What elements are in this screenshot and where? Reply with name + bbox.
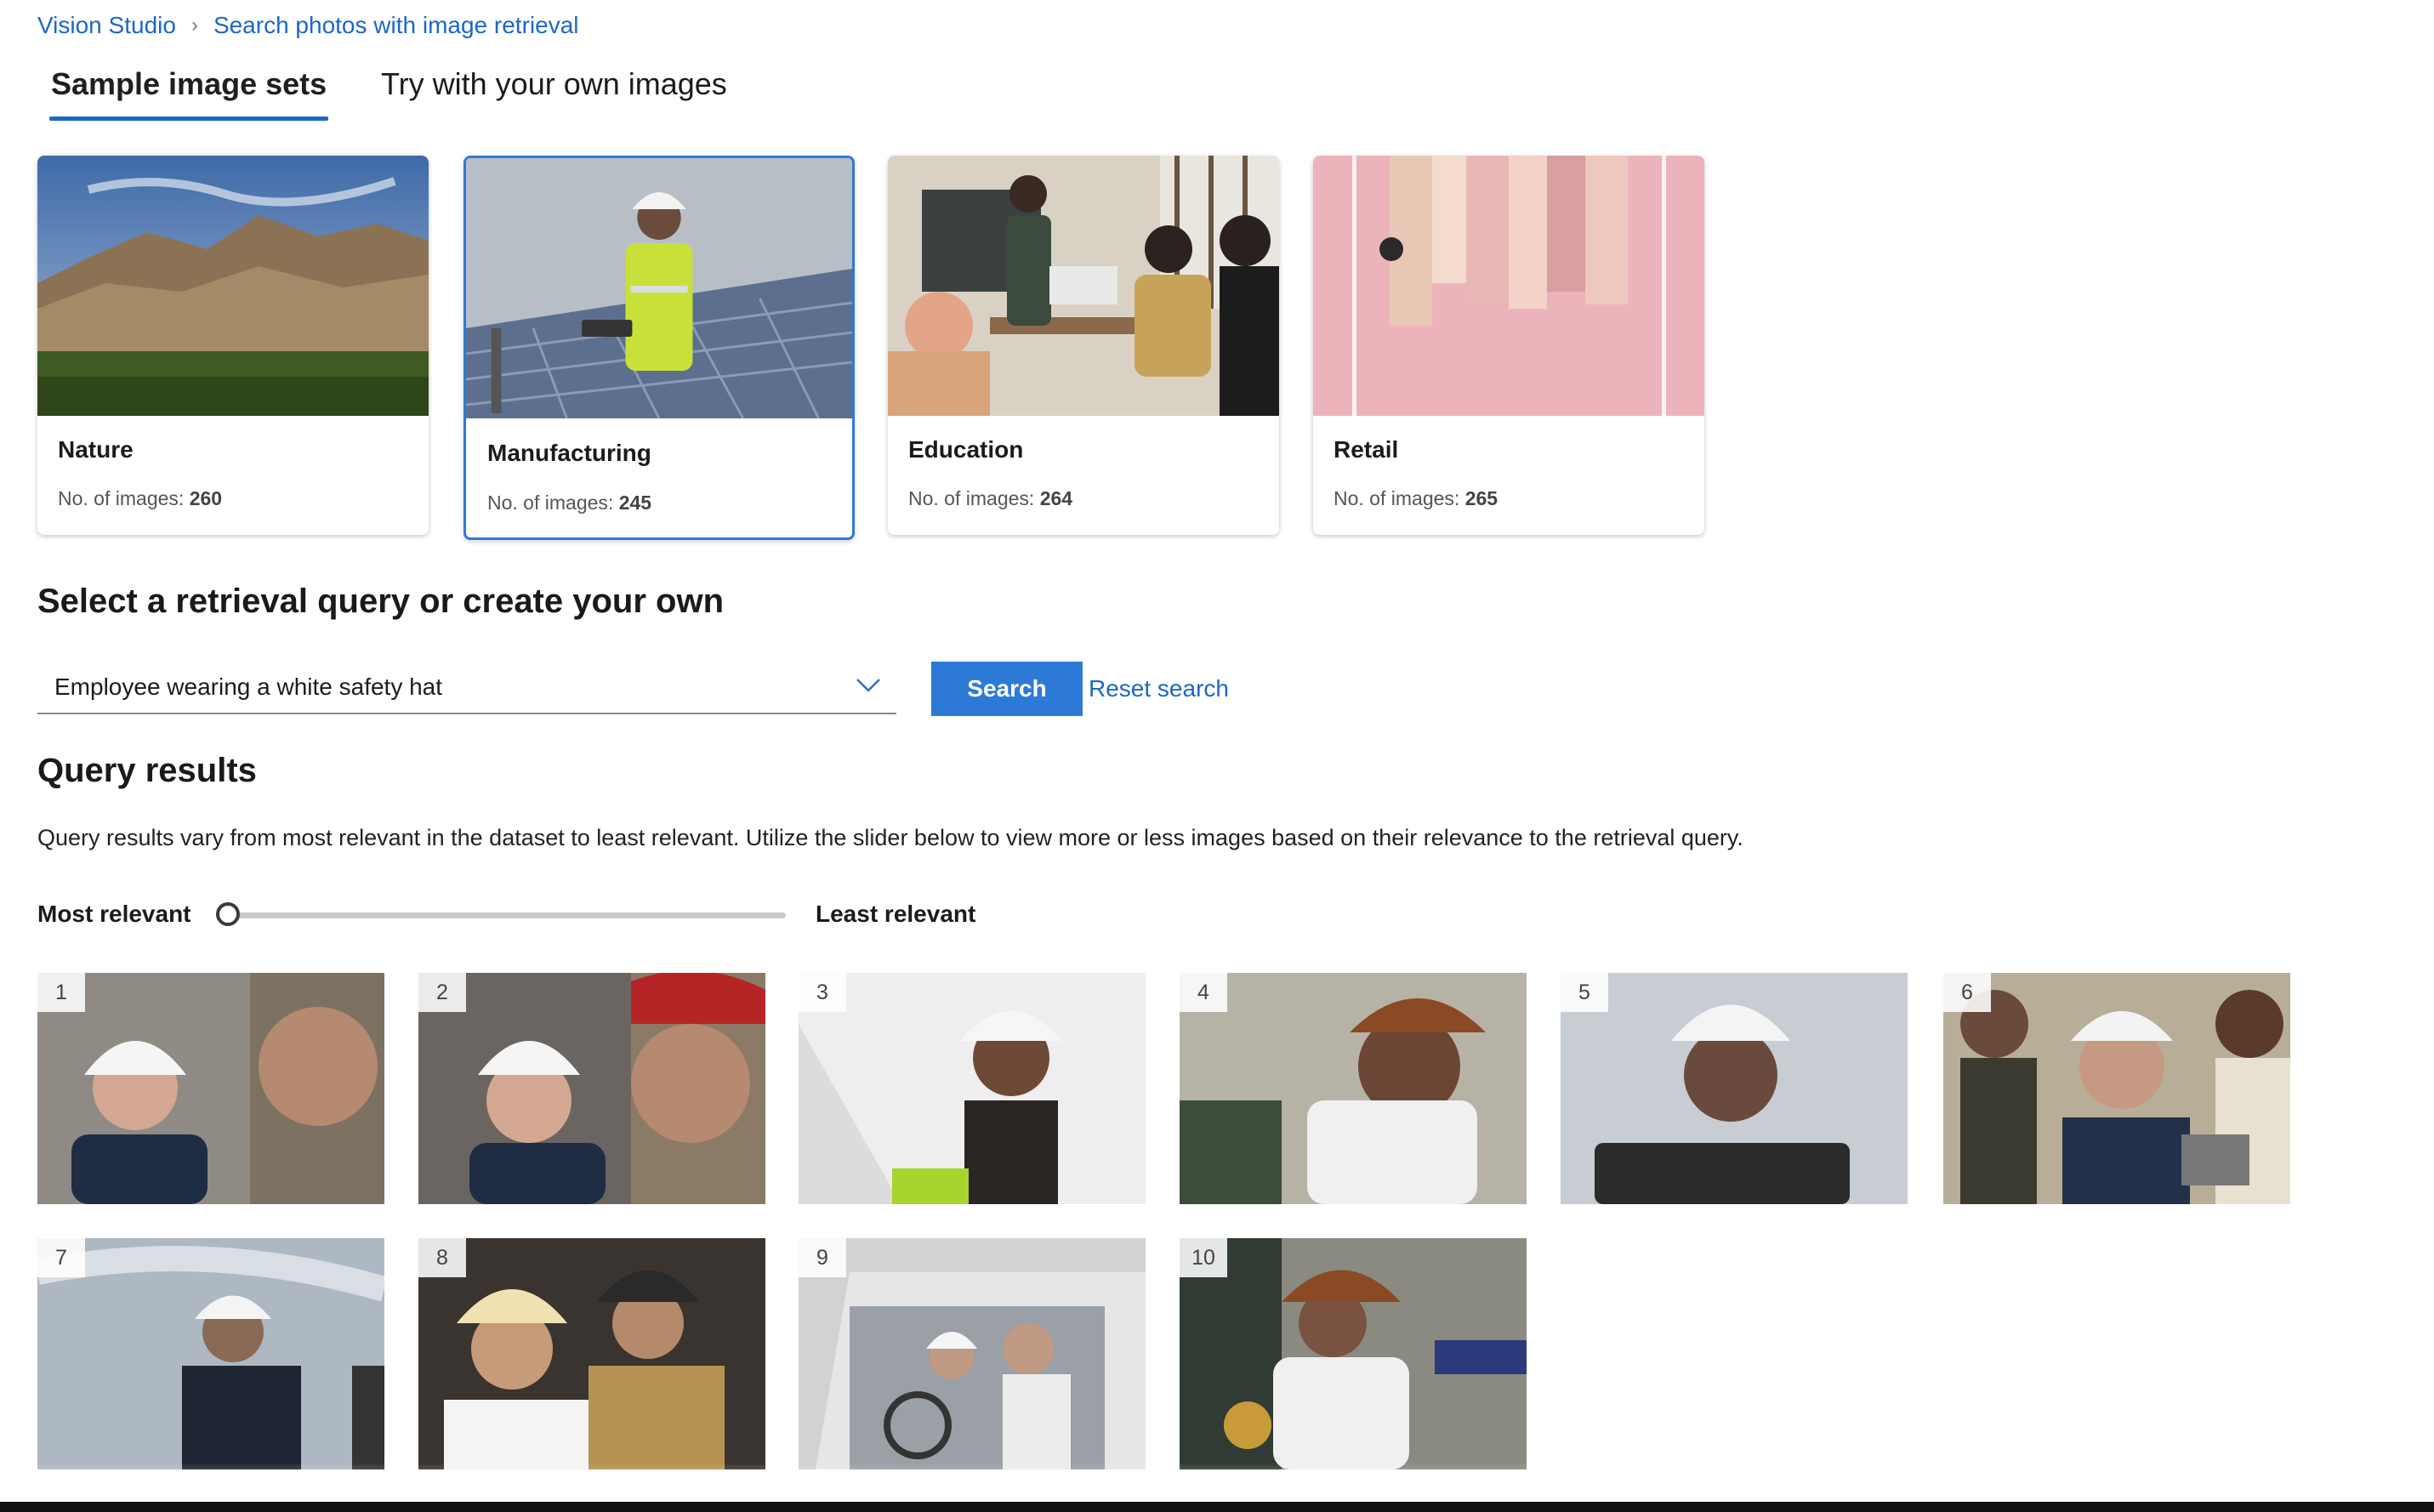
sample-set-title: Retail xyxy=(1334,436,1399,463)
result-rank: 4 xyxy=(1180,973,1227,1012)
result-image[interactable]: 8 xyxy=(418,1238,765,1469)
result-photo xyxy=(37,1238,384,1469)
query-heading: Select a retrieval query or create your … xyxy=(37,583,725,620)
result-image[interactable]: 6 xyxy=(1943,973,2290,1204)
manufacturing-thumbnail-image xyxy=(466,158,852,418)
result-photo xyxy=(799,973,1146,1204)
slider-min-label: Most relevant xyxy=(37,901,191,927)
results-description: Query results vary from most relevant in… xyxy=(37,825,1743,850)
result-image[interactable]: 7 xyxy=(37,1238,384,1469)
result-image[interactable]: 10 xyxy=(1180,1238,1527,1469)
results-heading: Query results xyxy=(37,752,257,789)
sample-set-count: No. of images: 260 xyxy=(58,487,223,509)
result-rank: 1 xyxy=(37,973,85,1012)
result-rank: 9 xyxy=(799,1238,846,1277)
result-photo xyxy=(418,973,765,1204)
result-photo xyxy=(1943,973,2290,1204)
query-dropdown[interactable]: Employee wearing a white safety hat xyxy=(37,660,896,714)
reset-search-link[interactable]: Reset search xyxy=(1089,675,1229,702)
sample-set-title: Nature xyxy=(58,436,134,463)
result-image[interactable]: 9 xyxy=(799,1238,1146,1469)
result-photo xyxy=(1561,973,1908,1204)
search-button[interactable]: Search xyxy=(931,662,1083,716)
sample-set-card-education[interactable]: Education No. of images: 264 xyxy=(888,156,1279,535)
sample-set-count: No. of images: 265 xyxy=(1334,487,1499,509)
active-tab-indicator xyxy=(49,117,328,121)
result-rank: 5 xyxy=(1561,973,1608,1012)
sample-set-count: No. of images: 245 xyxy=(487,492,652,514)
result-photo xyxy=(799,1238,1146,1469)
result-photo xyxy=(1180,1238,1527,1469)
result-rank: 3 xyxy=(799,973,846,1012)
bottom-bar xyxy=(0,1502,2434,1512)
breadcrumb-current[interactable]: Search photos with image retrieval xyxy=(213,12,579,39)
result-photo xyxy=(418,1238,765,1469)
result-photo xyxy=(37,973,384,1204)
nature-thumbnail-image xyxy=(37,156,429,416)
query-dropdown-value: Employee wearing a white safety hat xyxy=(54,674,443,700)
education-thumbnail-image xyxy=(888,156,1279,416)
sample-set-card-nature[interactable]: Nature No. of images: 260 xyxy=(37,156,429,535)
sample-set-card-manufacturing[interactable]: Manufacturing No. of images: 245 xyxy=(463,156,855,540)
sample-set-title: Manufacturing xyxy=(487,440,651,466)
tab-own-images[interactable]: Try with your own images xyxy=(381,66,727,102)
result-rank: 2 xyxy=(418,973,466,1012)
result-rank: 7 xyxy=(37,1238,85,1277)
result-rank: 10 xyxy=(1180,1238,1227,1277)
result-image[interactable]: 4 xyxy=(1180,973,1527,1204)
sample-set-title: Education xyxy=(908,436,1024,463)
slider-max-label: Least relevant xyxy=(816,901,976,927)
tab-sample-image-sets[interactable]: Sample image sets xyxy=(51,66,327,102)
result-image[interactable]: 2 xyxy=(418,973,765,1204)
chevron-down-icon[interactable] xyxy=(856,677,881,694)
sample-set-count: No. of images: 264 xyxy=(908,487,1073,509)
result-rank: 8 xyxy=(418,1238,466,1277)
sample-set-card-retail[interactable]: Retail No. of images: 265 xyxy=(1313,156,1704,535)
chevron-right-icon: › xyxy=(191,14,198,37)
relevance-slider-thumb[interactable] xyxy=(216,902,240,926)
result-image[interactable]: 5 xyxy=(1561,973,1908,1204)
result-image[interactable]: 1 xyxy=(37,973,384,1204)
breadcrumb-root-link[interactable]: Vision Studio xyxy=(37,12,176,39)
result-photo xyxy=(1180,973,1527,1204)
breadcrumb: Vision Studio › Search photos with image… xyxy=(37,12,578,39)
relevance-slider-track[interactable] xyxy=(228,912,786,918)
retail-thumbnail-image xyxy=(1313,156,1704,416)
result-rank: 6 xyxy=(1943,973,1991,1012)
result-image[interactable]: 3 xyxy=(799,973,1146,1204)
